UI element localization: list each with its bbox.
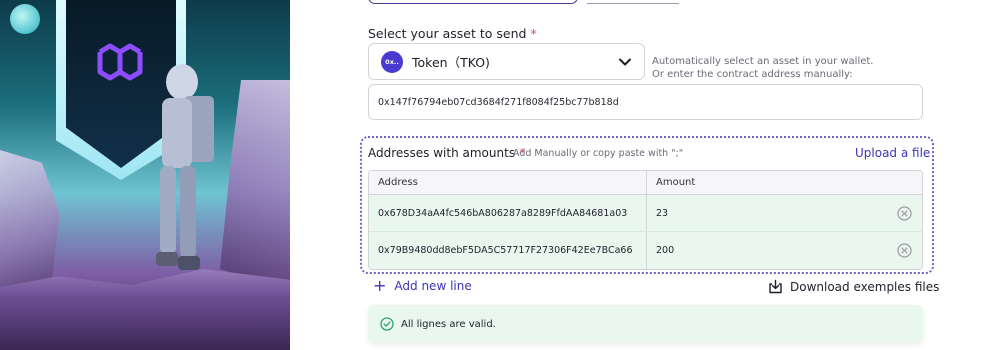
download-icon: [769, 279, 782, 294]
column-header-address: Address: [369, 171, 647, 194]
row-address[interactable]: 0x678D34aA4fc546bA806287a8289FfdAA84681a…: [369, 195, 647, 231]
validation-banner: All lignes are valid.: [368, 305, 923, 343]
upload-file-link[interactable]: Upload a file: [855, 146, 930, 160]
polygon-logo-icon: [97, 43, 143, 81]
asset-label-text: Select your asset to send: [368, 26, 527, 41]
tab-outline[interactable]: [587, 0, 679, 4]
rock-ruins-right: [220, 80, 290, 290]
required-mark: *: [530, 26, 537, 41]
selected-token: Token（TKO): [412, 55, 490, 70]
astronaut-figure: [156, 64, 214, 270]
plus-icon: +: [373, 276, 387, 295]
addresses-subtitle: Add Manually or copy paste with ";": [513, 148, 684, 159]
remove-row-icon[interactable]: [897, 206, 912, 221]
addresses-title: Addresses with amounts *: [368, 146, 525, 160]
tab-outline-active[interactable]: [368, 0, 578, 4]
add-new-line-button[interactable]: + Add new line: [373, 276, 472, 295]
validation-message: All lignes are valid.: [401, 318, 496, 330]
download-examples-button[interactable]: Download exemples files: [768, 279, 939, 294]
contract-address-input[interactable]: [368, 84, 923, 120]
asset-hint: Automatically select an asset in your wa…: [652, 55, 873, 81]
row-address[interactable]: 0x79B9480dd8ebF5DA5C57717F27306F42Ee7BCa…: [369, 232, 647, 269]
asset-hint-line1: Automatically select an asset in your wa…: [652, 56, 874, 67]
asset-hint-line2: Or enter the contract address manually:: [652, 69, 853, 80]
addresses-table: Address Amount 0x678D34aA4fc546bA806287a…: [368, 170, 923, 270]
page: Select your asset to send * 0x.. Token（TK…: [0, 0, 1000, 350]
asset-label: Select your asset to send *: [368, 26, 537, 41]
remove-row-icon[interactable]: [897, 243, 912, 258]
table-row: 0x678D34aA4fc546bA806287a8289FfdAA84681a…: [369, 195, 922, 232]
row-amount[interactable]: 23: [647, 195, 922, 231]
token-icon: 0x..: [381, 50, 403, 73]
asset-select[interactable]: 0x.. Token（TKO): [368, 43, 645, 80]
download-examples-label: Download exemples files: [790, 279, 940, 294]
addresses-title-text: Addresses with amounts: [368, 146, 516, 160]
table-row: 0x79B9480dd8ebF5DA5C57717F27306F42Ee7BCa…: [369, 232, 922, 269]
column-header-amount: Amount: [656, 177, 696, 188]
table-header: Address Amount: [369, 171, 922, 195]
row-amount[interactable]: 200: [647, 232, 922, 269]
moon-graphic: [10, 4, 40, 34]
check-circle-icon: [380, 317, 394, 331]
hero-artwork: [0, 0, 290, 350]
chevron-down-icon: [619, 58, 631, 65]
add-new-line-label: Add new line: [394, 279, 472, 293]
